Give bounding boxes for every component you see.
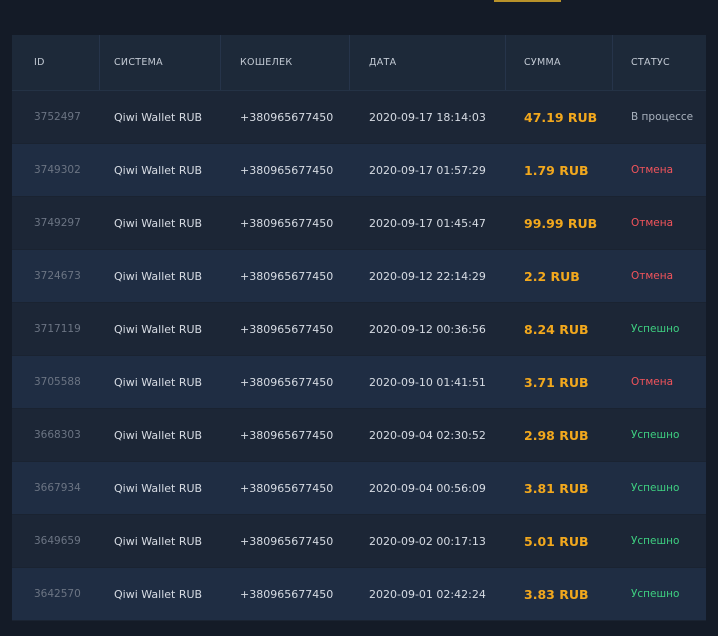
transaction-amount: 47.19 RUB: [524, 109, 598, 125]
table-row: 3749302 Qiwi Wallet RUB +380965677450 20…: [12, 144, 706, 197]
wallet-number: +380965677450: [240, 375, 334, 389]
status-label: Отмена: [631, 270, 674, 282]
transaction-amount: 2.98 RUB: [524, 427, 589, 443]
payment-system: Qiwi Wallet RUB: [114, 163, 203, 177]
transaction-amount: 3.81 RUB: [524, 480, 589, 496]
transaction-date: 2020-09-04 02:30:52: [369, 428, 486, 442]
wallet-number: +380965677450: [240, 163, 334, 177]
table-row: 3649659 Qiwi Wallet RUB +380965677450 20…: [12, 515, 706, 568]
transaction-date: 2020-09-12 00:36:56: [369, 322, 486, 336]
transaction-id: 3705588: [34, 376, 81, 388]
status-label: Успешно: [631, 588, 680, 600]
transaction-id: 3642570: [34, 588, 81, 600]
payment-system: Qiwi Wallet RUB: [114, 428, 203, 442]
transaction-amount: 1.79 RUB: [524, 162, 589, 178]
withdrawal-history-page: ID СИСТЕМА КОШЕЛЕК ДАТА СУММА СТАТУС 375…: [0, 0, 718, 636]
status-label: Отмена: [631, 376, 674, 388]
payment-system: Qiwi Wallet RUB: [114, 269, 203, 283]
header-status: СТАТУС: [631, 57, 670, 68]
column-divider: [349, 35, 350, 90]
payment-system: Qiwi Wallet RUB: [114, 216, 203, 230]
wallet-number: +380965677450: [240, 534, 334, 548]
transaction-date: 2020-09-04 00:56:09: [369, 481, 486, 495]
status-label: Отмена: [631, 164, 674, 176]
transaction-id: 3717119: [34, 323, 81, 335]
column-divider: [99, 35, 100, 90]
transaction-date: 2020-09-12 22:14:29: [369, 269, 486, 283]
table-row: 3752497 Qiwi Wallet RUB +380965677450 20…: [12, 91, 706, 144]
header-date: ДАТА: [369, 57, 397, 68]
transaction-id: 3649659: [34, 535, 81, 547]
header-amount: СУММА: [524, 57, 561, 68]
wallet-number: +380965677450: [240, 587, 334, 601]
transaction-date: 2020-09-01 02:42:24: [369, 587, 486, 601]
transaction-date: 2020-09-02 00:17:13: [369, 534, 486, 548]
payment-system: Qiwi Wallet RUB: [114, 375, 203, 389]
transaction-id: 3724673: [34, 270, 81, 282]
wallet-number: +380965677450: [240, 110, 334, 124]
table-row: 3724673 Qiwi Wallet RUB +380965677450 20…: [12, 250, 706, 303]
wallet-number: +380965677450: [240, 269, 334, 283]
header-wallet: КОШЕЛЕК: [240, 57, 293, 68]
transaction-date: 2020-09-17 01:57:29: [369, 163, 486, 177]
table-row: 3642570 Qiwi Wallet RUB +380965677450 20…: [12, 568, 706, 621]
transaction-amount: 2.2 RUB: [524, 268, 580, 284]
payment-system: Qiwi Wallet RUB: [114, 587, 203, 601]
transaction-amount: 3.83 RUB: [524, 586, 589, 602]
table-row: 3717119 Qiwi Wallet RUB +380965677450 20…: [12, 303, 706, 356]
column-divider: [612, 35, 613, 90]
transaction-date: 2020-09-17 01:45:47: [369, 216, 486, 230]
transaction-amount: 8.24 RUB: [524, 321, 589, 337]
table-row: 3705588 Qiwi Wallet RUB +380965677450 20…: [12, 356, 706, 409]
transaction-id: 3749297: [34, 217, 81, 229]
table-row: 3668303 Qiwi Wallet RUB +380965677450 20…: [12, 409, 706, 462]
active-tab-indicator: [494, 0, 561, 2]
table-row: 3749297 Qiwi Wallet RUB +380965677450 20…: [12, 197, 706, 250]
payment-system: Qiwi Wallet RUB: [114, 534, 203, 548]
transaction-date: 2020-09-10 01:41:51: [369, 375, 486, 389]
transaction-id: 3667934: [34, 482, 81, 494]
transaction-id: 3668303: [34, 429, 81, 441]
table-row: 3667934 Qiwi Wallet RUB +380965677450 20…: [12, 462, 706, 515]
transaction-amount: 3.71 RUB: [524, 374, 589, 390]
status-label: В процессе: [631, 111, 694, 123]
header-id: ID: [34, 57, 45, 68]
column-divider: [505, 35, 506, 90]
transaction-amount: 5.01 RUB: [524, 533, 589, 549]
transactions-table: ID СИСТЕМА КОШЕЛЕК ДАТА СУММА СТАТУС 375…: [12, 35, 706, 621]
status-label: Успешно: [631, 429, 680, 441]
wallet-number: +380965677450: [240, 216, 334, 230]
transaction-id: 3749302: [34, 164, 81, 176]
wallet-number: +380965677450: [240, 481, 334, 495]
payment-system: Qiwi Wallet RUB: [114, 110, 203, 124]
status-label: Успешно: [631, 323, 680, 335]
status-label: Успешно: [631, 535, 680, 547]
column-divider: [220, 35, 221, 90]
transaction-amount: 99.99 RUB: [524, 215, 598, 231]
header-system: СИСТЕМА: [114, 57, 163, 68]
table-header: ID СИСТЕМА КОШЕЛЕК ДАТА СУММА СТАТУС: [12, 35, 706, 91]
wallet-number: +380965677450: [240, 322, 334, 336]
payment-system: Qiwi Wallet RUB: [114, 322, 203, 336]
status-label: Успешно: [631, 482, 680, 494]
transaction-date: 2020-09-17 18:14:03: [369, 110, 486, 124]
status-label: Отмена: [631, 217, 674, 229]
payment-system: Qiwi Wallet RUB: [114, 481, 203, 495]
transaction-id: 3752497: [34, 111, 81, 123]
wallet-number: +380965677450: [240, 428, 334, 442]
